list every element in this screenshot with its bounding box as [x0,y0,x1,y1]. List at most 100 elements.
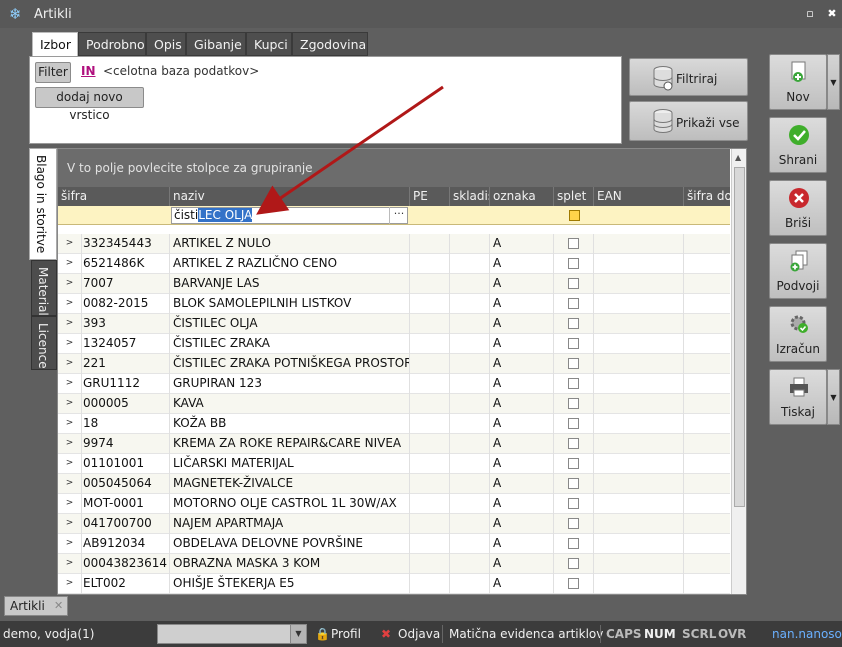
tab-opis[interactable]: Opis [146,32,186,56]
splet-checkbox[interactable] [568,478,579,489]
table-row[interactable]: >332345443 ARTIKEL Z NULO A [58,234,730,254]
new-button[interactable]: Nov [769,54,827,110]
filter-apply-button[interactable]: Filtriraj [629,58,748,96]
filter-value[interactable]: <celotna baza podatkov> [103,64,259,78]
row-expand-icon[interactable]: > [58,374,82,394]
splet-checkbox[interactable] [568,438,579,449]
filter-operator[interactable]: IN [81,64,96,78]
print-dropdown-icon[interactable]: ▼ [827,369,840,425]
splet-checkbox[interactable] [568,458,579,469]
row-expand-icon[interactable]: > [58,254,82,274]
add-row-button[interactable]: dodaj novo vrstico [35,87,144,122]
delete-button[interactable]: Briši [769,180,827,236]
table-row[interactable]: > AB912034 OBDELAVA DELOVNE POVRŠINE A [58,534,730,554]
scroll-thumb[interactable] [734,167,745,507]
table-row[interactable]: >0082-2015 BLOK SAMOLEPILNIH LISTKOV A [58,294,730,314]
row-expand-icon[interactable]: > [58,434,82,454]
row-expand-icon[interactable]: > [58,514,82,534]
calculate-button[interactable]: Izračun [769,306,827,362]
col-ean[interactable]: EAN [594,187,684,206]
col-splet[interactable]: splet [554,187,594,206]
splet-filter-checkbox[interactable] [569,210,580,221]
table-row[interactable]: > MOT-0001 MOTORNO OLJE CASTROL 1L 30W/AX A [58,494,730,514]
tab-izbor[interactable]: Izbor [32,32,78,57]
row-expand-icon[interactable]: > [58,494,82,514]
duplicate-button[interactable]: Podvoji [769,243,827,299]
side-tab-licence[interactable]: Licence [31,316,57,370]
doc-tab-close-icon[interactable]: ✕ [54,597,63,615]
row-expand-icon[interactable]: > [58,394,82,414]
tab-zgodovina[interactable]: Zgodovina [292,32,368,56]
tab-kupci[interactable]: Kupci [246,32,292,56]
print-button[interactable]: Tiskaj [769,369,827,425]
col-pe[interactable]: PE [410,187,450,206]
col-naziv[interactable]: naziv [170,187,410,206]
table-row[interactable]: >6521486K ARTIKEL Z RAZLIČNO CENO A [58,254,730,274]
row-expand-icon[interactable]: > [58,454,82,474]
table-row[interactable]: >041700700 NAJEM APARTMAJA A [58,514,730,534]
status-logout[interactable]: Odjava [398,627,440,641]
table-row[interactable]: > GRU1112 GRUPIRAN 123 A [58,374,730,394]
table-row[interactable]: >9974 KREMA ZA ROKE REPAIR&CARE NIVEA A [58,434,730,454]
table-row[interactable]: >005045064 MAGNETEK-ŽIVALCE A [58,474,730,494]
col-skladisce[interactable]: skladiš [450,187,490,206]
splet-checkbox[interactable] [568,498,579,509]
splet-checkbox[interactable] [568,418,579,429]
row-expand-icon[interactable]: > [58,354,82,374]
group-panel[interactable]: V to polje povlecite stolpce za grupiran… [58,149,730,187]
splet-checkbox[interactable] [568,298,579,309]
splet-checkbox[interactable] [568,358,579,369]
name-filter-input[interactable]: čistiLEC OLJA [171,207,408,224]
splet-checkbox[interactable] [568,378,579,389]
row-expand-icon[interactable]: > [58,574,82,594]
splet-checkbox[interactable] [568,558,579,569]
table-row[interactable]: >00043823614 OBRAZNA MASKA 3 KOM A [58,554,730,574]
splet-checkbox[interactable] [568,278,579,289]
col-sifra-dob[interactable]: šifra dob [684,187,730,206]
side-tab-material[interactable]: Material [31,260,57,316]
splet-checkbox[interactable] [568,338,579,349]
status-brand[interactable]: nan.nanosoft [772,627,842,641]
splet-checkbox[interactable] [568,518,579,529]
col-sifra[interactable]: šifra [58,187,170,206]
row-expand-icon[interactable]: > [58,474,82,494]
row-expand-icon[interactable]: > [58,234,82,254]
table-row[interactable]: >18 KOŽA BB A [58,414,730,434]
table-row[interactable]: >000005 KAVA A [58,394,730,414]
vertical-scrollbar[interactable]: ▲ [731,149,746,594]
status-profile[interactable]: Profil [331,627,361,641]
filter-ellipsis-button[interactable]: ··· [389,207,408,224]
status-combo[interactable]: ▼ [157,624,307,644]
filter-button[interactable]: Filter [35,62,71,83]
table-row[interactable]: > ELT002 OHIŠJE ŠTEKERJA E5 A [58,574,730,594]
splet-checkbox[interactable] [568,258,579,269]
doc-tab-artikli[interactable]: Artikli ✕ [4,596,68,616]
row-expand-icon[interactable]: > [58,334,82,354]
row-expand-icon[interactable]: > [58,274,82,294]
scroll-up-icon[interactable]: ▲ [735,153,741,162]
row-expand-icon[interactable]: > [58,534,82,554]
save-button[interactable]: Shrani [769,117,827,173]
splet-checkbox[interactable] [568,578,579,589]
splet-checkbox[interactable] [568,238,579,249]
tab-podrobno[interactable]: Podrobno [78,32,146,56]
table-row[interactable]: >7007 BARVANJE LAS A [58,274,730,294]
tab-gibanje[interactable]: Gibanje [186,32,246,56]
chevron-down-icon[interactable]: ▼ [290,625,306,643]
side-tab-blago[interactable]: Blago in storitve [29,148,57,260]
table-row[interactable]: >01101001 LIČARSKI MATERIJAL A [58,454,730,474]
restore-button[interactable]: ▫ [804,8,816,20]
table-row[interactable]: >393 ČISTILEC OLJA A [58,314,730,334]
col-oznaka[interactable]: oznaka [490,187,554,206]
row-expand-icon[interactable]: > [58,314,82,334]
new-dropdown-icon[interactable]: ▼ [827,54,840,110]
table-row[interactable]: >221 ČISTILEC ZRAKA POTNIŠKEGA PROSTORA A [58,354,730,374]
row-expand-icon[interactable]: > [58,414,82,434]
row-expand-icon[interactable]: > [58,294,82,314]
close-button[interactable]: ✖ [826,8,838,20]
table-row[interactable]: >1324057 ČISTILEC ZRAKA A [58,334,730,354]
splet-checkbox[interactable] [568,398,579,409]
splet-checkbox[interactable] [568,538,579,549]
splet-checkbox[interactable] [568,318,579,329]
row-expand-icon[interactable]: > [58,554,82,574]
